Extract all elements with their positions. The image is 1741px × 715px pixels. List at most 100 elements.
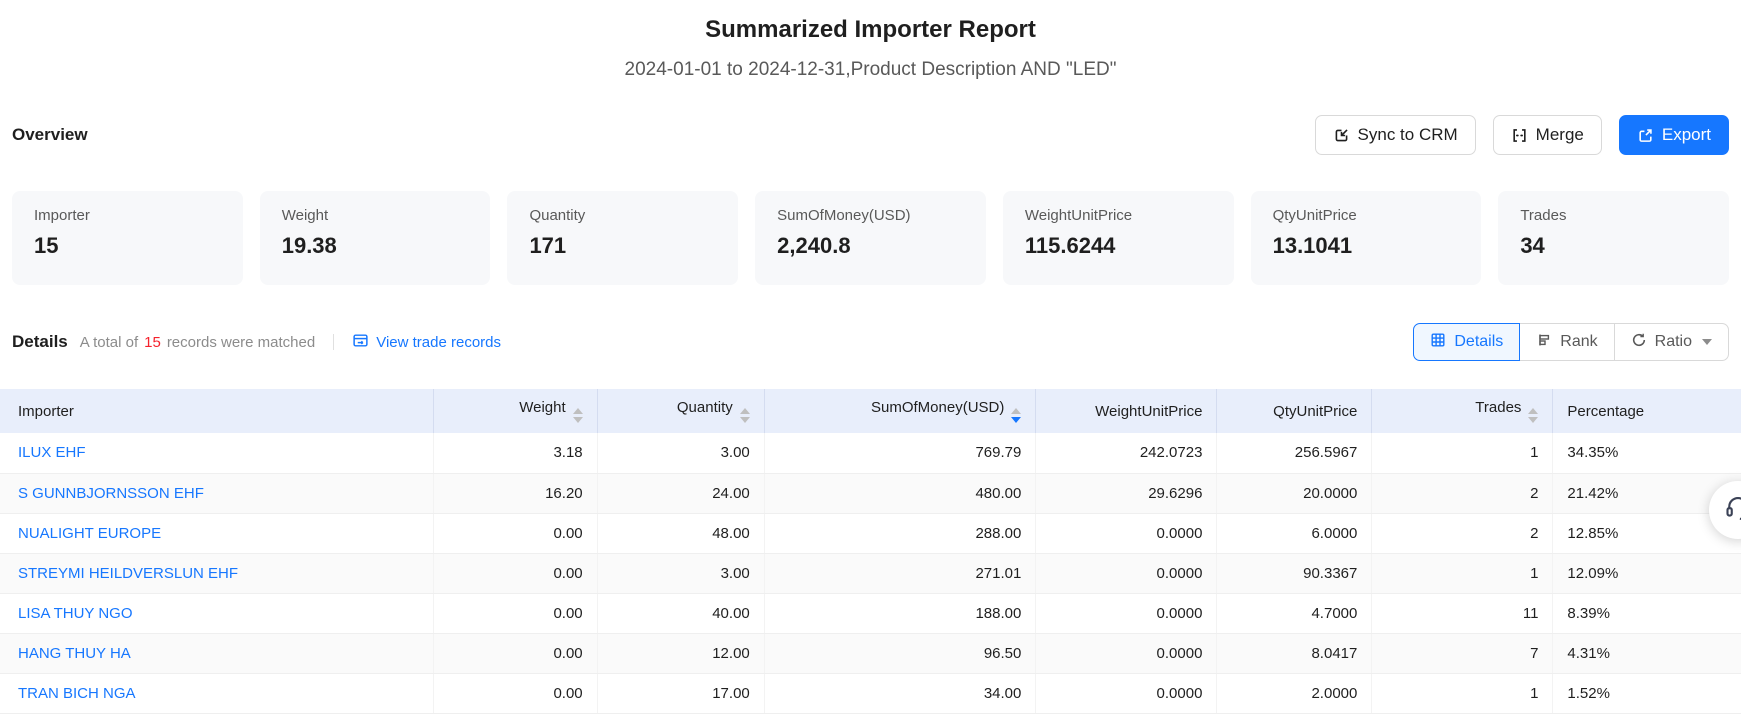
stat-label: Quantity: [529, 207, 716, 224]
table-row: S GUNNBJORNSSON EHF 16.20 24.00 480.00 2…: [0, 473, 1741, 513]
cell-quantity: 17.00: [597, 673, 764, 713]
tab-rank[interactable]: Rank: [1519, 323, 1614, 361]
tab-details-label: Details: [1454, 333, 1503, 351]
cell-sum: 480.00: [764, 473, 1036, 513]
importer-table: Importer Weight Quantity SumOfMoney(USD)…: [0, 389, 1741, 714]
cell-percentage: 4.31%: [1553, 633, 1741, 673]
cell-weight: 16.20: [434, 473, 598, 513]
col-header-weight[interactable]: Weight: [434, 389, 598, 433]
col-header-label: Weight: [519, 399, 565, 416]
stat-value: 19.38: [282, 233, 469, 259]
cell-trades: 1: [1372, 433, 1553, 473]
table-row: TRAN BICH NGA 0.00 17.00 34.00 0.0000 2.…: [0, 673, 1741, 713]
importer-link[interactable]: S GUNNBJORNSSON EHF: [18, 485, 204, 502]
cell-percentage: 1.52%: [1553, 673, 1741, 713]
stat-value: 2,240.8: [777, 233, 964, 259]
importer-link[interactable]: LISA THUY NGO: [18, 605, 133, 622]
vertical-divider: [333, 334, 334, 350]
stat-label: Trades: [1520, 207, 1707, 224]
cell-weight: 0.00: [434, 513, 598, 553]
cell-qty-unit-price: 90.3367: [1217, 553, 1372, 593]
stat-label: Importer: [34, 207, 221, 224]
col-header-label: QtyUnitPrice: [1273, 403, 1357, 420]
export-icon: [1637, 127, 1654, 144]
stat-label: QtyUnitPrice: [1273, 207, 1460, 224]
view-switcher: Details Rank Ratio: [1413, 323, 1729, 361]
col-header-quantity[interactable]: Quantity: [597, 389, 764, 433]
tab-ratio-label: Ratio: [1655, 333, 1692, 351]
col-header-percentage: Percentage: [1553, 389, 1741, 433]
stat-card-quantity: Quantity 171: [507, 191, 738, 285]
importer-link[interactable]: HANG THUY HA: [18, 645, 131, 662]
cell-weight-unit-price: 0.0000: [1036, 673, 1217, 713]
cell-quantity: 3.00: [597, 553, 764, 593]
sort-carets-icon[interactable]: [573, 408, 583, 423]
details-bar: Details A total of15records were matched…: [0, 321, 1741, 363]
cell-weight-unit-price: 0.0000: [1036, 553, 1217, 593]
col-header-trades[interactable]: Trades: [1372, 389, 1553, 433]
cell-sum: 188.00: [764, 593, 1036, 633]
importer-link[interactable]: TRAN BICH NGA: [18, 685, 136, 702]
report-header: Summarized Importer Report 2024-01-01 to…: [0, 0, 1741, 81]
sort-carets-icon[interactable]: [740, 408, 750, 423]
merge-icon: [1511, 127, 1528, 144]
stat-card-qty-unit-price: QtyUnitPrice 13.1041: [1251, 191, 1482, 285]
sync-to-crm-button[interactable]: Sync to CRM: [1315, 115, 1476, 155]
cell-trades: 11: [1372, 593, 1553, 633]
sync-import-icon: [1333, 127, 1350, 144]
toolbar-buttons: Sync to CRM Merge: [1315, 115, 1729, 155]
stat-card-weight-unit-price: WeightUnitPrice 115.6244: [1003, 191, 1234, 285]
stat-card-importer: Importer 15: [12, 191, 243, 285]
stat-value: 171: [529, 233, 716, 259]
table-row: ILUX EHF 3.18 3.00 769.79 242.0723 256.5…: [0, 433, 1741, 473]
stat-card-trades: Trades 34: [1498, 191, 1729, 285]
cell-weight: 3.18: [434, 433, 598, 473]
export-button[interactable]: Export: [1619, 115, 1729, 155]
stat-label: SumOfMoney(USD): [777, 207, 964, 224]
tab-details[interactable]: Details: [1413, 323, 1520, 361]
sync-to-crm-label: Sync to CRM: [1358, 125, 1458, 145]
match-summary-suffix: records were matched: [167, 334, 315, 351]
cell-trades: 1: [1372, 553, 1553, 593]
details-summary: Details A total of15records were matched…: [12, 332, 501, 353]
stat-value: 115.6244: [1025, 233, 1212, 259]
tab-rank-label: Rank: [1560, 333, 1597, 351]
cell-quantity: 12.00: [597, 633, 764, 673]
tab-ratio[interactable]: Ratio: [1614, 323, 1729, 361]
view-trade-records-label: View trade records: [376, 334, 501, 351]
importer-link[interactable]: ILUX EHF: [18, 444, 86, 461]
table-row: NUALIGHT EUROPE 0.00 48.00 288.00 0.0000…: [0, 513, 1741, 553]
cell-weight: 0.00: [434, 593, 598, 633]
cell-sum: 96.50: [764, 633, 1036, 673]
details-section-title: Details: [12, 332, 68, 352]
export-label: Export: [1662, 125, 1711, 145]
cell-qty-unit-price: 8.0417: [1217, 633, 1372, 673]
sort-carets-icon[interactable]: [1011, 408, 1021, 423]
cell-trades: 2: [1372, 513, 1553, 553]
col-header-sum-of-money[interactable]: SumOfMoney(USD): [764, 389, 1036, 433]
cell-weight-unit-price: 0.0000: [1036, 633, 1217, 673]
page-title: Summarized Importer Report: [0, 16, 1741, 44]
cell-percentage: 8.39%: [1553, 593, 1741, 633]
stat-value: 34: [1520, 233, 1707, 259]
stat-label: Weight: [282, 207, 469, 224]
cell-weight: 0.00: [434, 633, 598, 673]
cell-qty-unit-price: 2.0000: [1217, 673, 1372, 713]
view-trade-records-link[interactable]: View trade records: [352, 332, 501, 353]
col-header-label: SumOfMoney(USD): [871, 399, 1004, 416]
cell-quantity: 48.00: [597, 513, 764, 553]
importer-link[interactable]: NUALIGHT EUROPE: [18, 525, 161, 542]
importer-link[interactable]: STREYMI HEILDVERSLUN EHF: [18, 565, 238, 582]
cell-sum: 288.00: [764, 513, 1036, 553]
stat-label: WeightUnitPrice: [1025, 207, 1212, 224]
col-header-qty-unit-price: QtyUnitPrice: [1217, 389, 1372, 433]
headset-icon: [1723, 493, 1741, 528]
cell-quantity: 3.00: [597, 433, 764, 473]
cell-sum: 34.00: [764, 673, 1036, 713]
merge-button[interactable]: Merge: [1493, 115, 1602, 155]
col-header-label: Trades: [1475, 399, 1521, 416]
sort-carets-icon[interactable]: [1528, 408, 1538, 423]
col-header-label: Percentage: [1567, 403, 1644, 420]
cell-weight: 0.00: [434, 673, 598, 713]
table-row: LISA THUY NGO 0.00 40.00 188.00 0.0000 4…: [0, 593, 1741, 633]
